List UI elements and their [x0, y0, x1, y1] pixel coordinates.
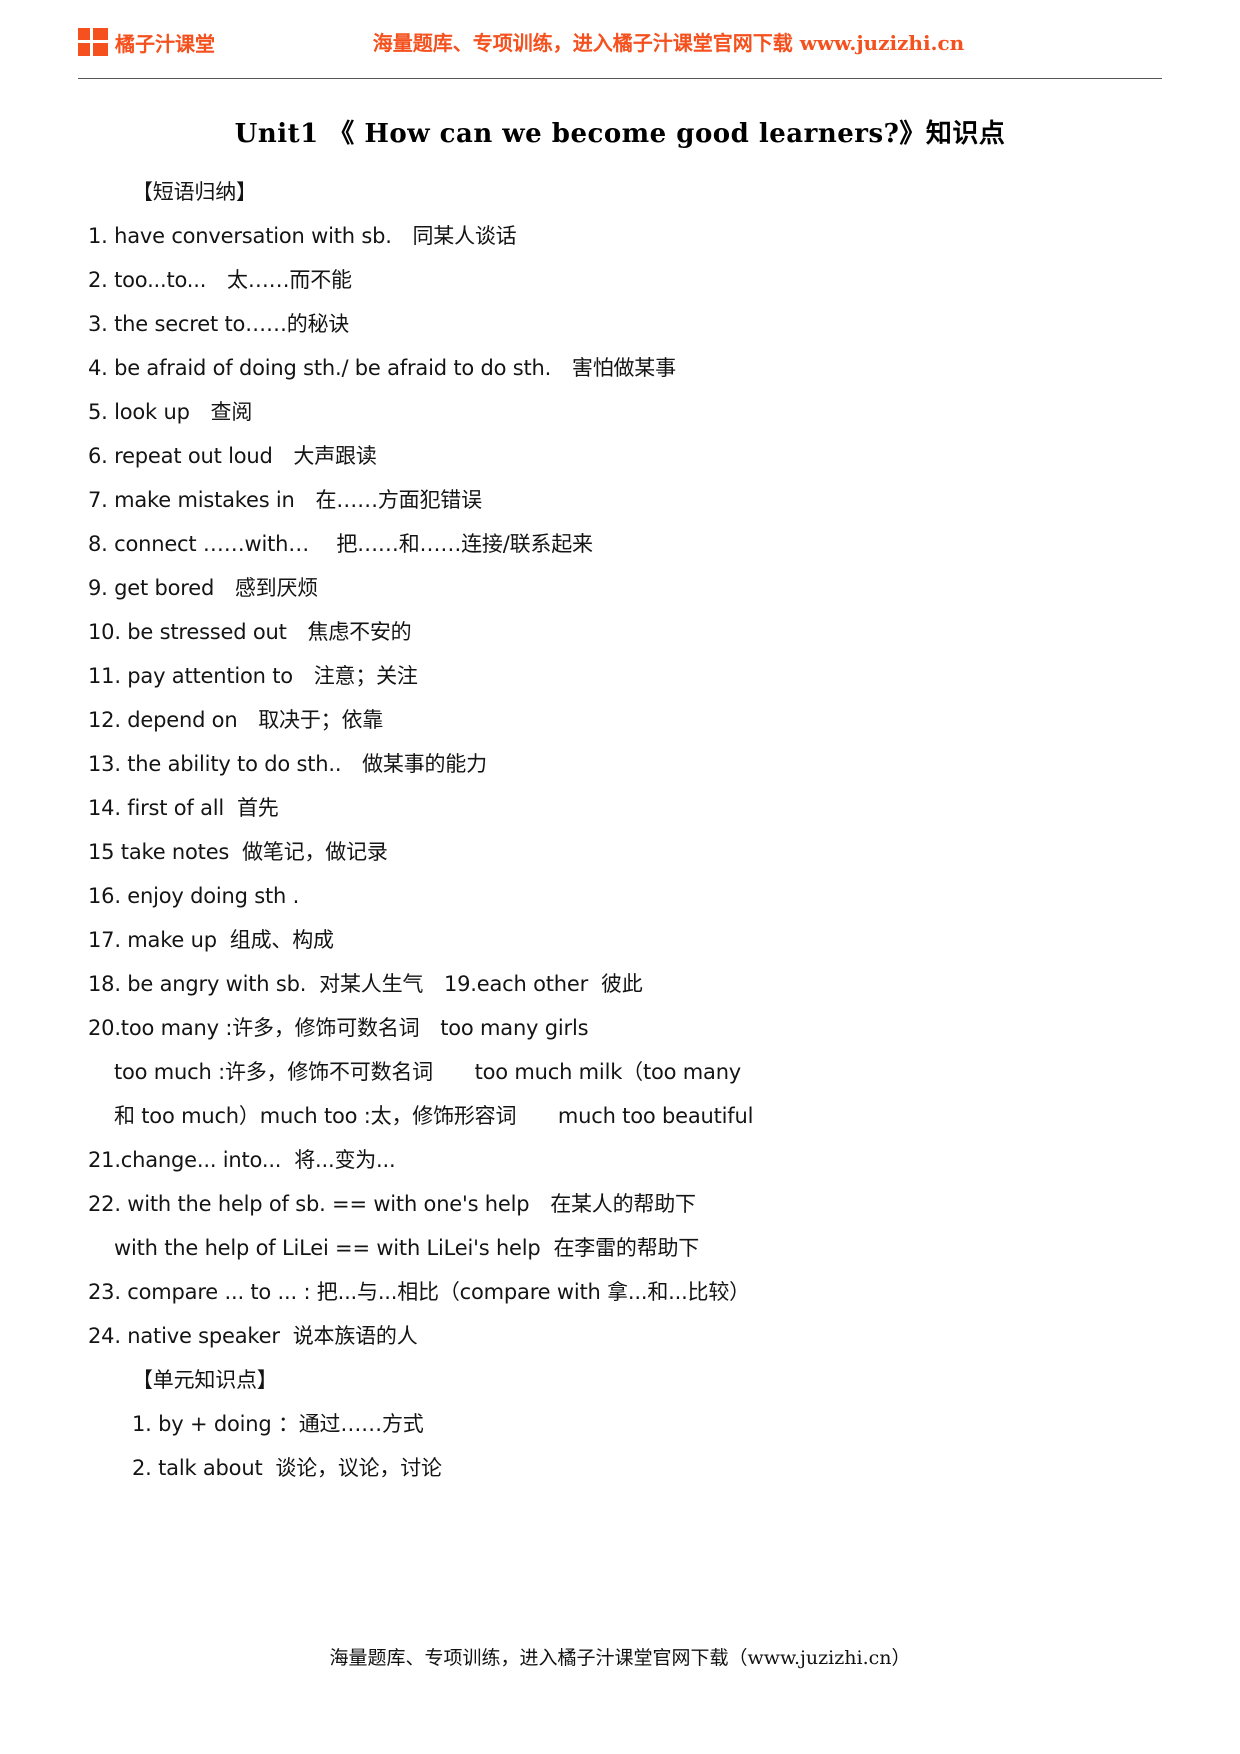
list-item-continuation: 和 too much）much too :太，修饰形容词 much too be…	[114, 1104, 754, 1128]
page-header: 橘子汁课堂 海量题库、专项训练，进入橘子汁课堂官网下载 www.juzizhi.…	[78, 0, 1162, 78]
page-title: Unit1 《 How can we become good learners?…	[234, 119, 1006, 149]
list-item: 13. the ability to do sth.. 做某事的能力	[88, 752, 487, 776]
list-item-continuation: with the help of LiLei == with LiLei's h…	[114, 1236, 700, 1260]
section-heading: 【短语归纳】	[132, 180, 257, 204]
list-item: 20.too many :许多，修饰可数名词 too many girls	[88, 1016, 589, 1040]
list-item: 21.change... into... 将...变为...	[88, 1148, 396, 1172]
list-item: 4. be afraid of doing sth./ be afraid to…	[88, 356, 676, 380]
list-item-continuation: too much :许多，修饰不可数名词 too much milk（too m…	[114, 1060, 742, 1084]
list-item: 22. with the help of sb. == with one's h…	[88, 1192, 696, 1216]
list-item: 11. pay attention to 注意；关注	[88, 664, 418, 688]
list-item: 1. by + doing ：通过……方式	[132, 1412, 424, 1436]
list-item: 5. look up 查阅	[88, 400, 253, 424]
list-item: 12. depend on 取决于；依靠	[88, 708, 384, 732]
section-heading: 【单元知识点】	[132, 1368, 278, 1392]
list-item: 14. first of all 首先	[88, 796, 279, 820]
list-item: 24. native speaker 说本族语的人	[88, 1324, 418, 1348]
list-item: 2. too...to... 太……而不能	[88, 268, 352, 292]
list-item: 15 take notes 做笔记，做记录	[88, 840, 388, 864]
orange-squares-logo-icon	[78, 28, 108, 56]
list-item: 2. talk about 谈论，议论，讨论	[132, 1456, 442, 1480]
list-item: 18. be angry with sb. 对某人生气 19.each othe…	[88, 972, 643, 996]
document-page: 橘子汁课堂 海量题库、专项训练，进入橘子汁课堂官网下载 www.juzizhi.…	[0, 0, 1240, 1754]
document-content: 【短语归纳】 1. have conversation with sb. 同某人…	[88, 150, 1152, 1490]
list-item: 1. have conversation with sb. 同某人谈话	[88, 224, 517, 248]
page-footer: 海量题库、专项训练，进入橘子汁课堂官网下载（www.juzizhi.cn）	[329, 1647, 911, 1669]
list-item: 7. make mistakes in 在……方面犯错误	[88, 488, 482, 512]
list-item: 23. compare ... to ... : 把...与...相比（comp…	[88, 1280, 750, 1304]
list-item: 8. connect ……with… 把……和……连接/联系起来	[88, 532, 593, 556]
header-divider	[78, 78, 1162, 79]
list-item: 17. make up 组成、构成	[88, 928, 334, 952]
list-item: 6. repeat out loud 大声跟读	[88, 444, 377, 468]
list-item: 16. enjoy doing sth .	[88, 884, 300, 908]
list-item: 10. be stressed out 焦虑不安的	[88, 620, 412, 644]
list-item: 9. get bored 感到厌烦	[88, 576, 319, 600]
header-banner-text: 海量题库、专项训练，进入橘子汁课堂官网下载 www.juzizhi.cn	[372, 30, 965, 55]
list-item: 3. the secret to……的秘诀	[88, 312, 350, 336]
